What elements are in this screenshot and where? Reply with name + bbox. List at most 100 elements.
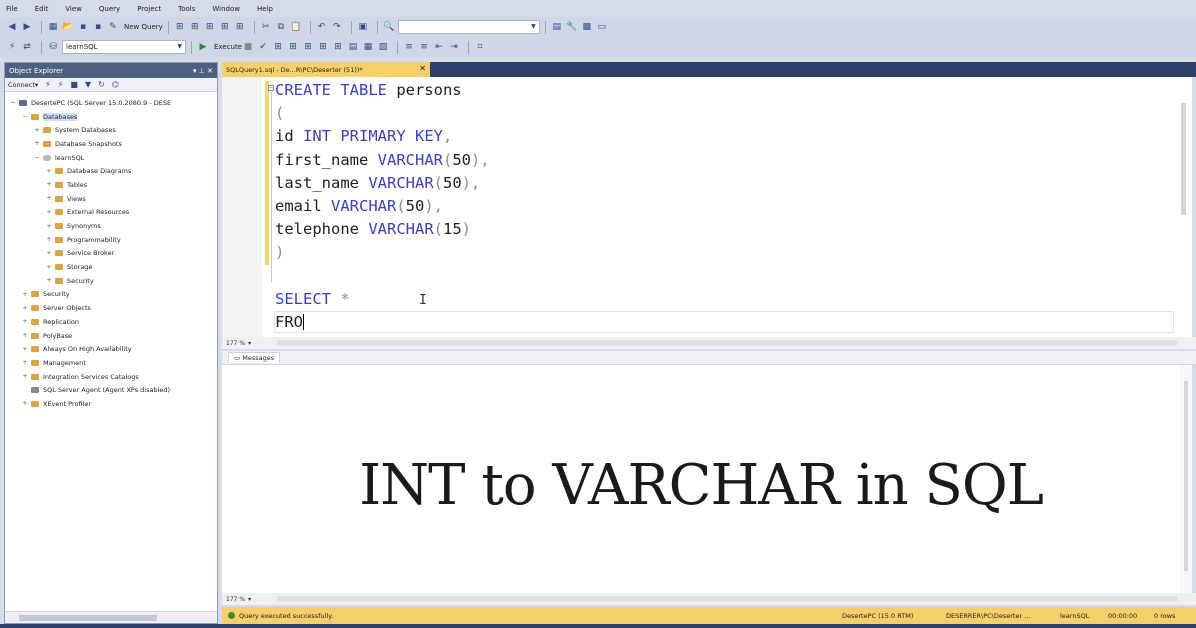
- chevron-down-icon[interactable]: ▾: [248, 340, 251, 347]
- code-line[interactable]: (: [275, 102, 490, 125]
- chevron-down-icon[interactable]: ▾: [248, 596, 251, 603]
- save-icon[interactable]: ▪: [77, 20, 89, 34]
- query-editor[interactable]: − CREATE TABLE persons (id INT PRIMARY KE…: [222, 77, 1192, 337]
- scrollbar-thumb[interactable]: [1181, 103, 1186, 215]
- results-to-grid-icon[interactable]: ▦: [362, 40, 374, 54]
- results-to-text-icon[interactable]: ▤: [347, 40, 359, 54]
- include-plan-icon[interactable]: ⊞: [317, 40, 329, 54]
- window-icon[interactable]: ▭: [596, 20, 608, 34]
- horizontal-scrollbar[interactable]: [5, 611, 217, 623]
- tree-node[interactable]: + Server Objects: [5, 301, 217, 315]
- code-line[interactable]: ): [275, 241, 490, 264]
- toolbox-icon[interactable]: ▩: [581, 20, 593, 34]
- expand-icon[interactable]: +: [21, 346, 29, 353]
- results-zoom-level[interactable]: 177 %: [226, 596, 245, 603]
- expand-icon[interactable]: +: [33, 140, 41, 147]
- find-icon[interactable]: 🔍: [383, 20, 395, 34]
- expand-icon[interactable]: +: [45, 277, 53, 284]
- open-file-icon[interactable]: 📂: [62, 20, 74, 34]
- paste-icon[interactable]: 📋: [290, 20, 302, 34]
- expand-icon[interactable]: +: [45, 181, 53, 188]
- menu-query[interactable]: Query: [99, 5, 120, 13]
- tree-node[interactable]: − Databases: [5, 110, 217, 124]
- code-area[interactable]: CREATE TABLE persons (id INT PRIMARY KEY,…: [275, 79, 490, 334]
- tree-node[interactable]: + Management: [5, 356, 217, 370]
- query-options-icon[interactable]: ⊞: [174, 20, 186, 34]
- tree-node[interactable]: + Storage: [5, 260, 217, 274]
- query-options-icon[interactable]: ⊞: [234, 20, 246, 34]
- code-line[interactable]: [275, 265, 490, 288]
- stop-icon[interactable]: ■: [70, 80, 78, 89]
- code-line[interactable]: FRO: [275, 311, 490, 334]
- collapse-icon[interactable]: −: [33, 154, 41, 161]
- parse-icon[interactable]: ✔: [257, 40, 269, 54]
- forward-icon[interactable]: ▶: [21, 20, 33, 34]
- expand-icon[interactable]: +: [21, 332, 29, 339]
- menu-file[interactable]: File: [6, 5, 18, 13]
- tree-node[interactable]: SQL Server Agent (Agent XPs disabled): [5, 383, 217, 397]
- tree-node[interactable]: + External Resources: [5, 206, 217, 220]
- tree-node[interactable]: + Database Snapshots: [5, 137, 217, 151]
- specify-values-icon[interactable]: ⌗: [474, 40, 486, 54]
- database-selector[interactable]: learnSQL ▼: [62, 40, 186, 54]
- vertical-scrollbar[interactable]: [1180, 365, 1192, 593]
- expand-icon[interactable]: +: [21, 400, 29, 407]
- tree-node[interactable]: + Security: [5, 274, 217, 288]
- expand-icon[interactable]: +: [45, 236, 53, 243]
- pin-icon[interactable]: ⊥: [199, 67, 205, 75]
- expand-icon[interactable]: +: [45, 168, 53, 175]
- disconnect-icon[interactable]: ⚡: [58, 80, 64, 89]
- execute-icon[interactable]: ▶: [197, 40, 209, 54]
- close-icon[interactable]: ✕: [207, 67, 213, 75]
- back-icon[interactable]: ◀: [6, 20, 18, 34]
- chevron-down-icon[interactable]: ▾: [35, 81, 38, 89]
- query-options-icon[interactable]: ⊞: [219, 20, 231, 34]
- cut-icon[interactable]: ✂: [260, 20, 272, 34]
- tree-node[interactable]: + PolyBase: [5, 329, 217, 343]
- expand-icon[interactable]: +: [33, 127, 41, 134]
- undo-icon[interactable]: ↶: [316, 20, 328, 34]
- collapse-icon[interactable]: −: [268, 85, 274, 91]
- cancel-query-icon[interactable]: ■: [242, 40, 254, 54]
- save-all-icon[interactable]: ▪: [92, 20, 104, 34]
- filter-icon[interactable]: ▼: [85, 80, 91, 89]
- execute-button[interactable]: Execute: [214, 43, 242, 51]
- uncomment-icon[interactable]: ≡: [418, 40, 430, 54]
- chevron-down-icon[interactable]: ▾: [193, 67, 197, 75]
- connect-icon[interactable]: ⚡: [45, 80, 51, 89]
- client-stats-icon[interactable]: ⊞: [332, 40, 344, 54]
- query-designer-icon[interactable]: ⊞: [287, 40, 299, 54]
- expand-icon[interactable]: +: [21, 318, 29, 325]
- code-line[interactable]: SELECT *: [275, 288, 490, 311]
- tree-node[interactable]: − DesertePC (SQL Server 15.0.2080.9 - DES…: [5, 96, 217, 110]
- connect-button[interactable]: Connect: [8, 81, 35, 89]
- menu-project[interactable]: Project: [137, 5, 161, 13]
- increase-indent-icon[interactable]: ⇥: [448, 40, 460, 54]
- intellisense-icon[interactable]: ⊞: [302, 40, 314, 54]
- solution-icon[interactable]: ▣: [357, 20, 369, 34]
- close-icon[interactable]: ✕: [419, 64, 426, 73]
- change-connection-icon[interactable]: ⇄: [21, 40, 33, 54]
- code-line[interactable]: CREATE TABLE persons: [275, 79, 490, 102]
- collapse-icon[interactable]: −: [21, 113, 29, 120]
- tree-node[interactable]: + Security: [5, 288, 217, 302]
- refresh-icon[interactable]: ↻: [98, 80, 105, 89]
- expand-icon[interactable]: +: [21, 305, 29, 312]
- menu-help[interactable]: Help: [257, 5, 273, 13]
- wrench-icon[interactable]: 🔧: [566, 20, 578, 34]
- tree-node[interactable]: + Database Diagrams: [5, 164, 217, 178]
- properties-icon[interactable]: ▤: [551, 20, 563, 34]
- tree-node[interactable]: + Tables: [5, 178, 217, 192]
- new-project-icon[interactable]: ▦: [47, 20, 59, 34]
- horizontal-scrollbar[interactable]: [277, 340, 1177, 346]
- menu-edit[interactable]: Edit: [35, 5, 49, 13]
- activity-monitor-icon[interactable]: ⌬: [112, 80, 119, 89]
- tree-node[interactable]: + Integration Services Catalogs: [5, 370, 217, 384]
- tree-node[interactable]: + XEvent Profiler: [5, 397, 217, 411]
- connect-icon[interactable]: ⚡: [6, 40, 18, 54]
- editor-zoom-level[interactable]: 177 %: [226, 340, 245, 347]
- scrollbar-thumb[interactable]: [19, 615, 157, 621]
- new-query-icon[interactable]: ✎: [107, 20, 119, 34]
- horizontal-scrollbar[interactable]: [277, 596, 1177, 602]
- code-line[interactable]: first_name VARCHAR(50),: [275, 149, 490, 172]
